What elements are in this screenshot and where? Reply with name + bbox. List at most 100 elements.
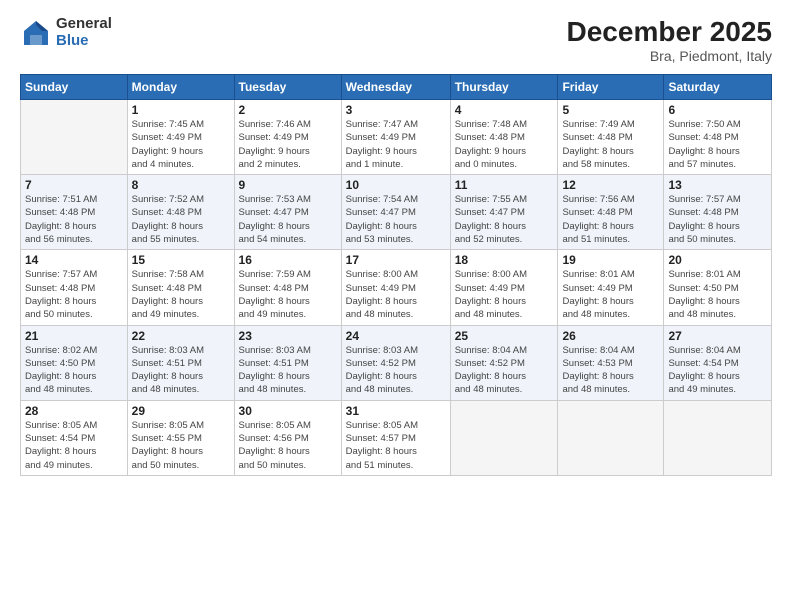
day-number: 21 <box>25 329 123 343</box>
table-row: 10Sunrise: 7:54 AM Sunset: 4:47 PM Dayli… <box>341 175 450 250</box>
day-info: Sunrise: 8:03 AM Sunset: 4:51 PM Dayligh… <box>132 344 230 397</box>
day-info: Sunrise: 8:05 AM Sunset: 4:56 PM Dayligh… <box>239 419 337 472</box>
table-row: 18Sunrise: 8:00 AM Sunset: 4:49 PM Dayli… <box>450 250 558 325</box>
table-row: 12Sunrise: 7:56 AM Sunset: 4:48 PM Dayli… <box>558 175 664 250</box>
day-number: 28 <box>25 404 123 418</box>
day-number: 19 <box>562 253 659 267</box>
day-info: Sunrise: 7:57 AM Sunset: 4:48 PM Dayligh… <box>668 193 767 246</box>
day-number: 26 <box>562 329 659 343</box>
day-number: 24 <box>346 329 446 343</box>
day-number: 16 <box>239 253 337 267</box>
day-number: 29 <box>132 404 230 418</box>
calendar-week-row: 28Sunrise: 8:05 AM Sunset: 4:54 PM Dayli… <box>21 400 772 475</box>
day-info: Sunrise: 7:47 AM Sunset: 4:49 PM Dayligh… <box>346 118 446 171</box>
header-saturday: Saturday <box>664 75 772 100</box>
day-number: 18 <box>455 253 554 267</box>
day-number: 2 <box>239 103 337 117</box>
day-info: Sunrise: 7:58 AM Sunset: 4:48 PM Dayligh… <box>132 268 230 321</box>
day-number: 13 <box>668 178 767 192</box>
table-row <box>664 400 772 475</box>
header-friday: Friday <box>558 75 664 100</box>
table-row: 22Sunrise: 8:03 AM Sunset: 4:51 PM Dayli… <box>127 325 234 400</box>
table-row: 11Sunrise: 7:55 AM Sunset: 4:47 PM Dayli… <box>450 175 558 250</box>
table-row: 25Sunrise: 8:04 AM Sunset: 4:52 PM Dayli… <box>450 325 558 400</box>
header-thursday: Thursday <box>450 75 558 100</box>
day-number: 31 <box>346 404 446 418</box>
day-info: Sunrise: 8:05 AM Sunset: 4:55 PM Dayligh… <box>132 419 230 472</box>
day-info: Sunrise: 7:50 AM Sunset: 4:48 PM Dayligh… <box>668 118 767 171</box>
day-number: 12 <box>562 178 659 192</box>
day-number: 14 <box>25 253 123 267</box>
table-row: 26Sunrise: 8:04 AM Sunset: 4:53 PM Dayli… <box>558 325 664 400</box>
calendar-week-row: 7Sunrise: 7:51 AM Sunset: 4:48 PM Daylig… <box>21 175 772 250</box>
table-row: 6Sunrise: 7:50 AM Sunset: 4:48 PM Daylig… <box>664 100 772 175</box>
table-row: 21Sunrise: 8:02 AM Sunset: 4:50 PM Dayli… <box>21 325 128 400</box>
day-info: Sunrise: 7:57 AM Sunset: 4:48 PM Dayligh… <box>25 268 123 321</box>
day-number: 10 <box>346 178 446 192</box>
day-info: Sunrise: 8:05 AM Sunset: 4:57 PM Dayligh… <box>346 419 446 472</box>
table-row: 17Sunrise: 8:00 AM Sunset: 4:49 PM Dayli… <box>341 250 450 325</box>
day-number: 30 <box>239 404 337 418</box>
day-number: 20 <box>668 253 767 267</box>
table-row: 15Sunrise: 7:58 AM Sunset: 4:48 PM Dayli… <box>127 250 234 325</box>
table-row <box>558 400 664 475</box>
day-number: 7 <box>25 178 123 192</box>
calendar-header-row: Sunday Monday Tuesday Wednesday Thursday… <box>21 75 772 100</box>
day-number: 22 <box>132 329 230 343</box>
logo-text: General Blue <box>56 16 112 49</box>
day-number: 15 <box>132 253 230 267</box>
table-row: 28Sunrise: 8:05 AM Sunset: 4:54 PM Dayli… <box>21 400 128 475</box>
day-info: Sunrise: 7:56 AM Sunset: 4:48 PM Dayligh… <box>562 193 659 246</box>
day-info: Sunrise: 8:03 AM Sunset: 4:52 PM Dayligh… <box>346 344 446 397</box>
table-row: 24Sunrise: 8:03 AM Sunset: 4:52 PM Dayli… <box>341 325 450 400</box>
day-number: 1 <box>132 103 230 117</box>
table-row: 29Sunrise: 8:05 AM Sunset: 4:55 PM Dayli… <box>127 400 234 475</box>
header: General Blue December 2025 Bra, Piedmont… <box>20 16 772 64</box>
day-number: 9 <box>239 178 337 192</box>
day-info: Sunrise: 8:05 AM Sunset: 4:54 PM Dayligh… <box>25 419 123 472</box>
day-info: Sunrise: 7:52 AM Sunset: 4:48 PM Dayligh… <box>132 193 230 246</box>
day-number: 23 <box>239 329 337 343</box>
table-row: 3Sunrise: 7:47 AM Sunset: 4:49 PM Daylig… <box>341 100 450 175</box>
table-row: 19Sunrise: 8:01 AM Sunset: 4:49 PM Dayli… <box>558 250 664 325</box>
calendar-week-row: 14Sunrise: 7:57 AM Sunset: 4:48 PM Dayli… <box>21 250 772 325</box>
table-row: 2Sunrise: 7:46 AM Sunset: 4:49 PM Daylig… <box>234 100 341 175</box>
table-row: 14Sunrise: 7:57 AM Sunset: 4:48 PM Dayli… <box>21 250 128 325</box>
header-monday: Monday <box>127 75 234 100</box>
page-title: December 2025 <box>567 16 772 48</box>
day-info: Sunrise: 7:48 AM Sunset: 4:48 PM Dayligh… <box>455 118 554 171</box>
day-info: Sunrise: 7:59 AM Sunset: 4:48 PM Dayligh… <box>239 268 337 321</box>
day-info: Sunrise: 8:03 AM Sunset: 4:51 PM Dayligh… <box>239 344 337 397</box>
day-info: Sunrise: 8:04 AM Sunset: 4:52 PM Dayligh… <box>455 344 554 397</box>
table-row: 30Sunrise: 8:05 AM Sunset: 4:56 PM Dayli… <box>234 400 341 475</box>
calendar-week-row: 1Sunrise: 7:45 AM Sunset: 4:49 PM Daylig… <box>21 100 772 175</box>
table-row: 23Sunrise: 8:03 AM Sunset: 4:51 PM Dayli… <box>234 325 341 400</box>
logo: General Blue <box>20 16 112 49</box>
day-number: 6 <box>668 103 767 117</box>
day-info: Sunrise: 8:04 AM Sunset: 4:54 PM Dayligh… <box>668 344 767 397</box>
table-row: 4Sunrise: 7:48 AM Sunset: 4:48 PM Daylig… <box>450 100 558 175</box>
day-info: Sunrise: 7:49 AM Sunset: 4:48 PM Dayligh… <box>562 118 659 171</box>
table-row <box>450 400 558 475</box>
table-row: 7Sunrise: 7:51 AM Sunset: 4:48 PM Daylig… <box>21 175 128 250</box>
logo-blue: Blue <box>56 33 112 50</box>
table-row: 8Sunrise: 7:52 AM Sunset: 4:48 PM Daylig… <box>127 175 234 250</box>
table-row: 9Sunrise: 7:53 AM Sunset: 4:47 PM Daylig… <box>234 175 341 250</box>
table-row: 31Sunrise: 8:05 AM Sunset: 4:57 PM Dayli… <box>341 400 450 475</box>
calendar: Sunday Monday Tuesday Wednesday Thursday… <box>20 74 772 476</box>
calendar-week-row: 21Sunrise: 8:02 AM Sunset: 4:50 PM Dayli… <box>21 325 772 400</box>
table-row <box>21 100 128 175</box>
table-row: 5Sunrise: 7:49 AM Sunset: 4:48 PM Daylig… <box>558 100 664 175</box>
day-number: 8 <box>132 178 230 192</box>
page-subtitle: Bra, Piedmont, Italy <box>567 48 772 64</box>
header-tuesday: Tuesday <box>234 75 341 100</box>
day-info: Sunrise: 7:54 AM Sunset: 4:47 PM Dayligh… <box>346 193 446 246</box>
day-number: 27 <box>668 329 767 343</box>
day-number: 3 <box>346 103 446 117</box>
table-row: 16Sunrise: 7:59 AM Sunset: 4:48 PM Dayli… <box>234 250 341 325</box>
table-row: 20Sunrise: 8:01 AM Sunset: 4:50 PM Dayli… <box>664 250 772 325</box>
day-info: Sunrise: 7:46 AM Sunset: 4:49 PM Dayligh… <box>239 118 337 171</box>
day-info: Sunrise: 8:00 AM Sunset: 4:49 PM Dayligh… <box>455 268 554 321</box>
day-number: 4 <box>455 103 554 117</box>
day-info: Sunrise: 8:01 AM Sunset: 4:49 PM Dayligh… <box>562 268 659 321</box>
